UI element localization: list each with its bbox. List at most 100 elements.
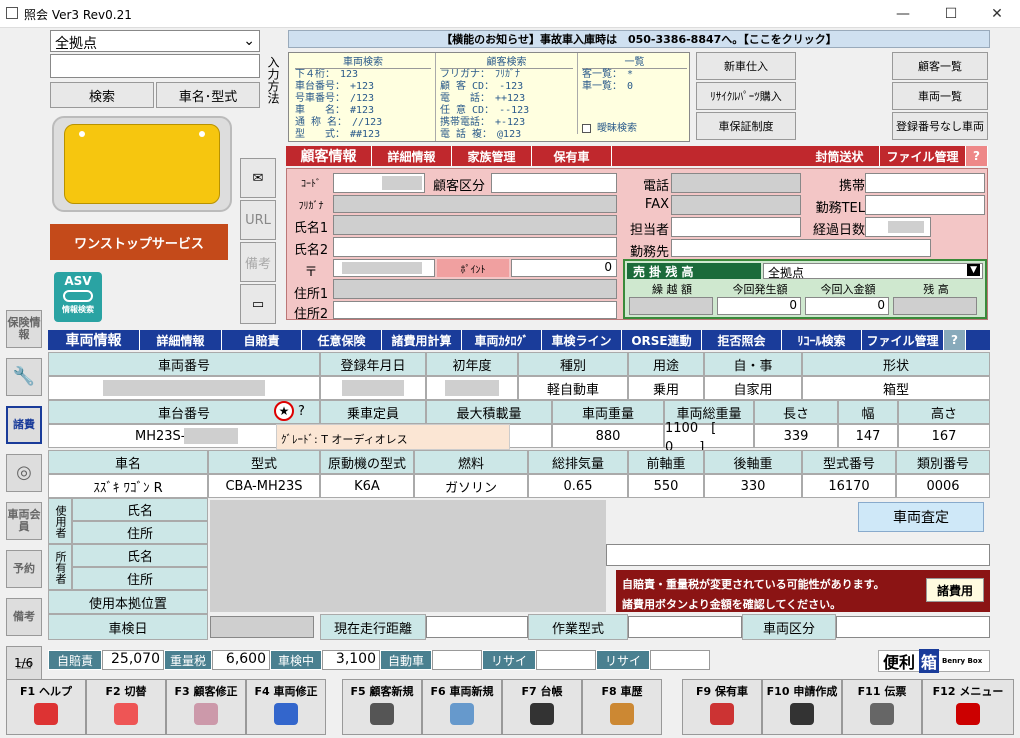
plate-area[interactable] [52, 116, 232, 212]
globe-icon[interactable]: ◎ [6, 454, 42, 492]
vehicle-tab-6[interactable]: 車検ライン [542, 330, 622, 350]
customer-tab-1[interactable]: 詳細情報 [372, 146, 452, 166]
kana-field[interactable] [333, 195, 617, 213]
row3-value[interactable]: 550 [628, 474, 704, 498]
row2-value[interactable]: 339 [754, 424, 838, 448]
fkey-menu-button[interactable]: F12 メニュー [922, 679, 1014, 735]
vehicle-tab-2[interactable]: 自賠責 [222, 330, 302, 350]
asv-button[interactable]: ASV 情報検索 [54, 272, 102, 322]
vehicle-tab-5[interactable]: 車両ｶﾀﾛｸﾞ [462, 330, 542, 350]
row3-value[interactable]: 0006 [896, 474, 990, 498]
row3-value[interactable]: 330 [704, 474, 802, 498]
fkey-owned-car-button[interactable]: F9 保有車 [682, 679, 762, 735]
vehicle-tab-3[interactable]: 任意保険 [302, 330, 382, 350]
row3-value[interactable]: K6A [320, 474, 414, 498]
addr2-field[interactable] [333, 301, 617, 319]
name2-field[interactable] [333, 237, 617, 257]
vehicle-tab-8[interactable]: 拒否照会 [702, 330, 782, 350]
row3-value[interactable]: 0.65 [528, 474, 628, 498]
mid-button-0[interactable]: 新車仕入 [696, 52, 796, 80]
customer-tab-right-2[interactable]: ? [966, 146, 988, 166]
customer-tab-0[interactable]: 顧客情報 [286, 146, 372, 166]
mobile-field[interactable] [865, 173, 985, 193]
folder-icon[interactable]: ▭ [240, 284, 276, 324]
fkey-switch-button[interactable]: F2 切替 [86, 679, 166, 735]
code-field[interactable] [333, 173, 425, 193]
wrench-icon[interactable]: 🔧 [6, 358, 42, 396]
fkey-ledger-button[interactable]: F7 台帳 [502, 679, 582, 735]
minimize-button[interactable]: — [880, 0, 926, 28]
row3-value[interactable]: ガソリン [414, 474, 528, 498]
fkey-history-button[interactable]: F8 車歴 [582, 679, 662, 735]
point-field[interactable]: 0 [511, 259, 617, 277]
mid-button-2[interactable]: 車保証制度 [696, 112, 796, 140]
fkey-vehicle-edit-button[interactable]: F4 車両修正 [246, 679, 326, 735]
elapsed-field[interactable] [865, 217, 931, 237]
customer-tab-3[interactable]: 保有車 [532, 146, 612, 166]
fkey-help-button[interactable]: F1 ヘルプ [6, 679, 86, 735]
work-field[interactable] [671, 239, 931, 257]
row1-value[interactable]: 自家用 [704, 376, 802, 400]
row2-value[interactable]: 1100 [ 0 ] [664, 421, 754, 455]
fax-field[interactable] [671, 195, 801, 215]
row3-value[interactable]: 16170 [802, 474, 896, 498]
mileage-field[interactable] [426, 616, 528, 638]
row1-value[interactable] [426, 376, 518, 400]
fkey-slip-button[interactable]: F11 伝票 [842, 679, 922, 735]
fuzzy-checkbox[interactable] [582, 123, 591, 133]
phone-field[interactable] [671, 173, 801, 193]
vehicle-tab-0[interactable]: 車両情報 [48, 330, 140, 350]
row3-value[interactable]: CBA-MH23S [208, 474, 320, 498]
fkey-customer-new-button[interactable]: F5 顧客新規 [342, 679, 422, 735]
maximize-button[interactable]: ☐ [928, 0, 974, 28]
name1-field[interactable] [333, 215, 617, 235]
vehicle-tab-9[interactable]: ﾘｺｰﾙ検索 [782, 330, 862, 350]
fees-warning-button[interactable]: 諸費用 [926, 578, 984, 602]
onestop-service-button[interactable]: ワンストップサービス [50, 224, 228, 260]
customer-tab-2[interactable]: 家族管理 [452, 146, 532, 166]
row1-value[interactable] [320, 376, 426, 400]
right-button-1[interactable]: 車両一覧 [892, 82, 988, 110]
star-icon[interactable]: ★ [274, 401, 294, 421]
inspection-date-field[interactable] [210, 616, 314, 638]
right-button-2[interactable]: 登録番号なし車両 [892, 112, 988, 140]
receivable-location-select[interactable]: 全拠点 ▼ [763, 263, 983, 280]
insurance-info-button[interactable]: 保険情報 [6, 310, 42, 348]
fkey-customer-edit-button[interactable]: F3 顧客修正 [166, 679, 246, 735]
row1-value[interactable]: 箱型 [802, 376, 990, 400]
reservation-button[interactable]: 予約 [6, 550, 42, 588]
row2-value[interactable]: 147 [838, 424, 898, 448]
fkey-vehicle-new-button[interactable]: F6 車両新規 [422, 679, 502, 735]
benri-box-logo[interactable]: 便利 箱 Benry Box [878, 649, 990, 673]
notes-button[interactable]: 備考 [240, 242, 276, 282]
vehicle-assess-button[interactable]: 車両査定 [858, 502, 984, 532]
row2-value[interactable]: 167 [898, 424, 990, 448]
row2-value[interactable]: 880 [552, 424, 664, 448]
row3-value[interactable]: ｽｽﾞｷ ﾜｺﾞﾝ R [48, 474, 208, 498]
search-button[interactable]: 検索 [50, 82, 154, 108]
notice-banner[interactable]: 【横能のお知らせ】事故車入庫時は 050-3386-8847へ。【ここをクリック… [288, 30, 990, 48]
member-button[interactable]: 車両会員 [6, 502, 42, 540]
close-button[interactable]: ✕ [974, 0, 1020, 28]
vehicle-class-field[interactable] [836, 616, 990, 638]
mail-icon[interactable]: ✉ [240, 158, 276, 198]
row1-value[interactable]: 軽自動車 [518, 376, 628, 400]
mid-button-1[interactable]: ﾘｻｲｸﾙﾊﾟｰﾂ購入 [696, 82, 796, 110]
fkey-apply-create-button[interactable]: F10 申請作成 [762, 679, 842, 735]
vehicle-tab-1[interactable]: 詳細情報 [140, 330, 222, 350]
search-input[interactable] [50, 54, 260, 78]
customer-tab-right-0[interactable]: 封筒送状 [800, 146, 880, 166]
customer-class-field[interactable] [491, 173, 617, 193]
customer-tab-right-1[interactable]: ファイル管理 [880, 146, 966, 166]
work-type-field[interactable] [628, 616, 742, 638]
fuzzy-search[interactable]: 曖昧検索 [582, 119, 687, 134]
url-button[interactable]: URL [240, 200, 276, 240]
car-type-button[interactable]: 車名･型式 [156, 82, 260, 108]
owner-info-field[interactable] [606, 544, 990, 566]
notes-side-button[interactable]: 備考 [6, 598, 42, 636]
vehicle-tab-7[interactable]: ORSE連動 [622, 330, 702, 350]
vehicle-tab-11[interactable]: ? [944, 330, 966, 350]
location-select[interactable]: 全拠点 ⌄ [50, 30, 260, 52]
staff-field[interactable] [671, 217, 801, 237]
fees-button[interactable]: 諸費 [6, 406, 42, 444]
